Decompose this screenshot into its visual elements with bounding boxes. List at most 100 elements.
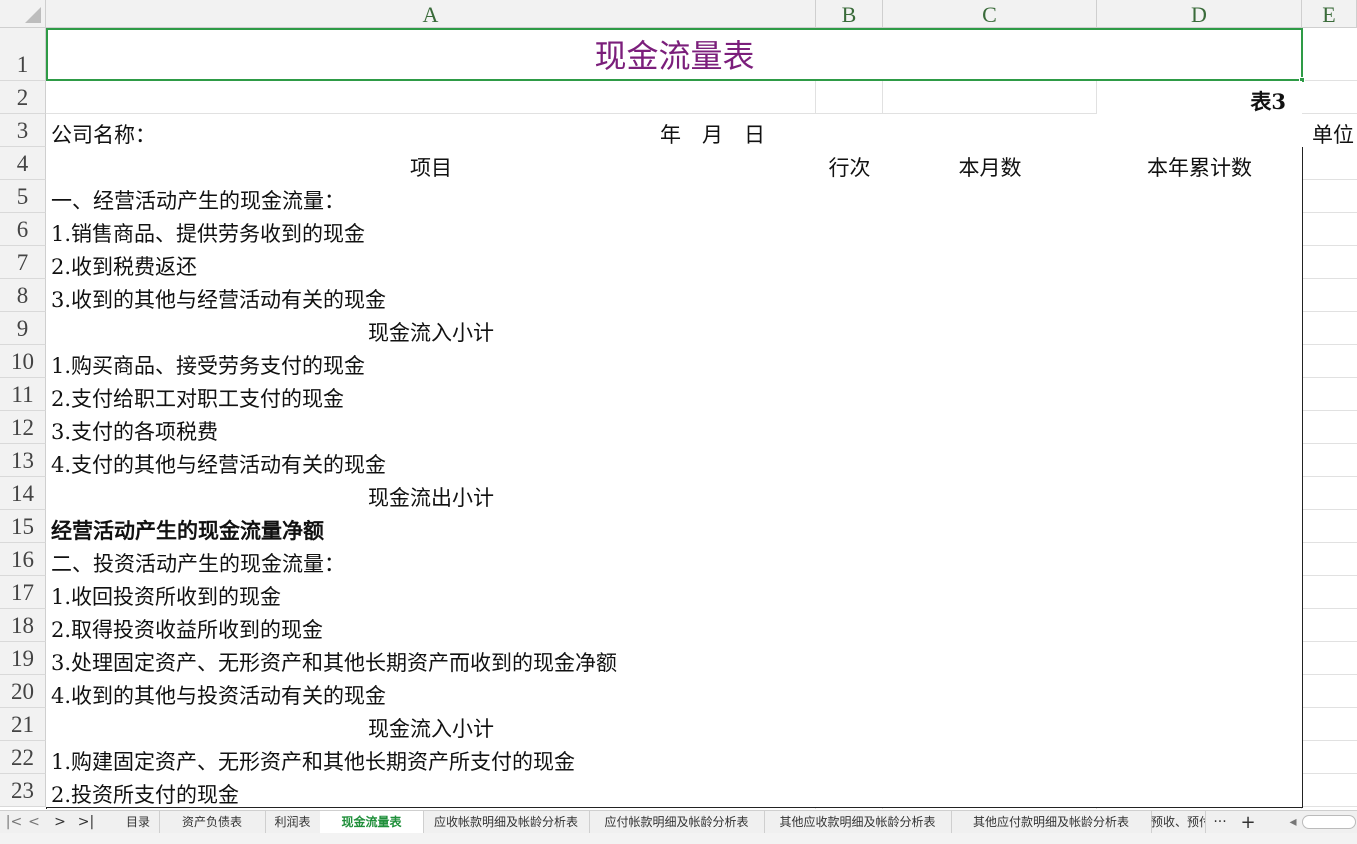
month-value-cell[interactable]	[883, 642, 1098, 676]
sheet-tab[interactable]: 利润表	[265, 811, 321, 834]
column-header-e[interactable]: E	[1302, 0, 1357, 28]
line-no-cell[interactable]	[816, 774, 884, 808]
row-header[interactable]: 15	[0, 510, 46, 543]
year-total-cell[interactable]	[1097, 774, 1303, 808]
item-cell[interactable]: 2.收到税费返还	[46, 246, 817, 280]
sheet-tab[interactable]: 资产负债表	[159, 811, 266, 834]
month-value-cell[interactable]	[883, 609, 1098, 643]
header-line-no[interactable]: 行次	[816, 147, 884, 181]
month-value-cell[interactable]	[883, 741, 1098, 775]
more-sheets-icon[interactable]: ···	[1206, 811, 1234, 834]
column-header-d[interactable]: D	[1097, 0, 1302, 28]
line-no-cell[interactable]	[816, 741, 884, 775]
year-total-cell[interactable]	[1097, 213, 1303, 247]
line-no-cell[interactable]	[816, 609, 884, 643]
row-header[interactable]: 4	[0, 147, 46, 180]
sheet-tab[interactable]: 预收、预付	[1151, 811, 1206, 834]
line-no-cell[interactable]	[816, 543, 884, 577]
scroll-left-icon[interactable]: ◂	[1286, 811, 1300, 834]
row-header[interactable]: 1	[0, 28, 46, 81]
year-total-cell[interactable]	[1097, 609, 1303, 643]
item-cell[interactable]: 1.销售商品、提供劳务收到的现金	[46, 213, 817, 247]
row-header[interactable]: 5	[0, 180, 46, 213]
item-cell[interactable]: 2.取得投资收益所收到的现金	[46, 609, 817, 643]
line-no-cell[interactable]	[816, 477, 884, 511]
row-header[interactable]: 23	[0, 774, 46, 807]
year-total-cell[interactable]	[1097, 576, 1303, 610]
sheet-title[interactable]: 现金流量表	[46, 28, 1303, 81]
column-header-b[interactable]: B	[816, 0, 883, 28]
item-cell[interactable]: 现金流入小计	[46, 312, 817, 346]
row-header[interactable]: 14	[0, 477, 46, 510]
line-no-cell[interactable]	[816, 510, 884, 544]
item-cell[interactable]: 4.支付的其他与经营活动有关的现金	[46, 444, 817, 478]
row-header[interactable]: 18	[0, 609, 46, 642]
year-total-cell[interactable]	[1097, 675, 1303, 709]
month-value-cell[interactable]	[883, 510, 1098, 544]
row-header[interactable]: 10	[0, 345, 46, 378]
month-value-cell[interactable]	[883, 774, 1098, 808]
line-no-cell[interactable]	[816, 246, 884, 280]
line-no-cell[interactable]	[816, 180, 884, 214]
select-all-corner[interactable]	[0, 0, 46, 28]
row-header[interactable]: 13	[0, 444, 46, 477]
row-header[interactable]: 22	[0, 741, 46, 774]
header-month[interactable]: 本月数	[883, 147, 1098, 181]
line-no-cell[interactable]	[816, 675, 884, 709]
item-cell[interactable]: 现金流出小计	[46, 477, 817, 511]
prev-sheet-icon[interactable]: <	[24, 811, 44, 834]
row-header[interactable]: 8	[0, 279, 46, 312]
row-header[interactable]: 11	[0, 378, 46, 411]
month-value-cell[interactable]	[883, 543, 1098, 577]
next-sheet-icon[interactable]: >	[50, 811, 70, 834]
sheet-tab[interactable]: 应收帐款明细及帐龄分析表	[423, 811, 590, 834]
line-no-cell[interactable]	[816, 345, 884, 379]
year-total-cell[interactable]	[1097, 642, 1303, 676]
line-no-cell[interactable]	[816, 411, 884, 445]
month-value-cell[interactable]	[883, 180, 1098, 214]
item-cell[interactable]: 2.投资所支付的现金	[46, 774, 817, 808]
item-cell[interactable]: 现金流入小计	[46, 708, 817, 742]
header-year-total[interactable]: 本年累计数	[1097, 147, 1303, 181]
line-no-cell[interactable]	[816, 576, 884, 610]
year-total-cell[interactable]	[1097, 510, 1303, 544]
year-total-cell[interactable]	[1097, 411, 1303, 445]
row-header[interactable]: 6	[0, 213, 46, 246]
row-header[interactable]: 9	[0, 312, 46, 345]
month-value-cell[interactable]	[883, 345, 1098, 379]
month-value-cell[interactable]	[883, 246, 1098, 280]
item-cell[interactable]: 经营活动产生的现金流量净额	[46, 510, 817, 544]
row-header[interactable]: 16	[0, 543, 46, 576]
column-header-a[interactable]: A	[46, 0, 816, 28]
row-header[interactable]: 20	[0, 675, 46, 708]
month-value-cell[interactable]	[883, 675, 1098, 709]
month-value-cell[interactable]	[883, 444, 1098, 478]
item-cell[interactable]: 4.收到的其他与投资活动有关的现金	[46, 675, 817, 709]
header-item[interactable]: 项目	[46, 147, 817, 181]
row-header[interactable]: 17	[0, 576, 46, 609]
table-number[interactable]: 表3	[1097, 81, 1302, 114]
add-sheet-icon[interactable]: +	[1236, 811, 1260, 834]
sheet-tab[interactable]: 其他应收款明细及帐龄分析表	[764, 811, 952, 834]
row-header[interactable]: 2	[0, 81, 46, 114]
horizontal-scrollbar[interactable]	[1302, 815, 1356, 829]
line-no-cell[interactable]	[816, 444, 884, 478]
line-no-cell[interactable]	[816, 642, 884, 676]
first-sheet-icon[interactable]: |<	[4, 811, 24, 834]
line-no-cell[interactable]	[816, 378, 884, 412]
item-cell[interactable]: 一、经营活动产生的现金流量：	[46, 180, 817, 214]
year-total-cell[interactable]	[1097, 708, 1303, 742]
year-total-cell[interactable]	[1097, 345, 1303, 379]
line-no-cell[interactable]	[816, 708, 884, 742]
year-total-cell[interactable]	[1097, 180, 1303, 214]
year-total-cell[interactable]	[1097, 246, 1303, 280]
line-no-cell[interactable]	[816, 312, 884, 346]
month-value-cell[interactable]	[883, 708, 1098, 742]
year-total-cell[interactable]	[1097, 741, 1303, 775]
month-value-cell[interactable]	[883, 576, 1098, 610]
year-total-cell[interactable]	[1097, 444, 1303, 478]
month-value-cell[interactable]	[883, 213, 1098, 247]
year-total-cell[interactable]	[1097, 543, 1303, 577]
item-cell[interactable]: 1.购买商品、接受劳务支付的现金	[46, 345, 817, 379]
year-total-cell[interactable]	[1097, 312, 1303, 346]
